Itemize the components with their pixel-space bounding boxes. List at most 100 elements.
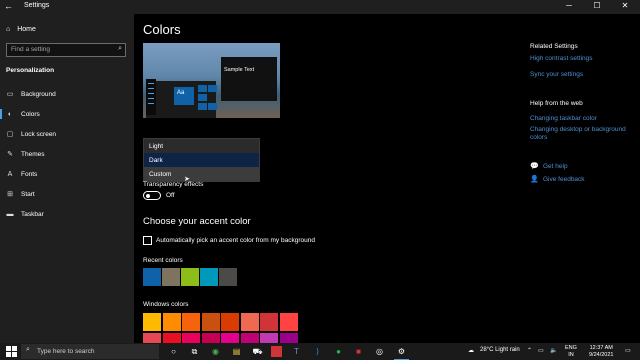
taskbar-search[interactable]: ⌕ Type here to search [21, 344, 159, 359]
sidebar-item-start[interactable]: ⊞ Start [6, 187, 35, 201]
notifications-icon[interactable]: ▭ [625, 347, 631, 354]
sidebar-item-background[interactable]: ▭ Background [6, 87, 56, 101]
vscode-icon[interactable]: ⟩ [312, 346, 323, 357]
sidebar-item-home[interactable]: ⌂ Home [6, 26, 36, 33]
transparency-label: Transparency effects [143, 181, 204, 188]
sync-settings-link[interactable]: Sync your settings [530, 71, 583, 78]
color-swatch[interactable] [221, 313, 239, 331]
color-swatch[interactable] [143, 268, 161, 286]
color-swatch[interactable] [162, 268, 180, 286]
back-button[interactable]: ← [4, 1, 13, 11]
preview-tile [208, 85, 217, 92]
app-icon[interactable]: ◎ [374, 346, 385, 357]
page-title: Colors [143, 22, 181, 37]
related-settings-heading: Related Settings [530, 43, 578, 50]
sidebar-item-label: Taskbar [21, 210, 44, 218]
clock-time: 12:37 AM [589, 345, 613, 351]
app-icon[interactable]: ■ [353, 346, 364, 357]
color-swatch[interactable] [200, 268, 218, 286]
preview-tile [198, 103, 207, 110]
font-icon: A [7, 170, 13, 178]
feedback-icon: 👤 [530, 176, 539, 183]
app-icon[interactable] [271, 346, 282, 357]
preview-sample-text: Sample Text [224, 67, 255, 73]
preview-accent-tile: Aa [174, 87, 194, 105]
lock-screen-icon: ▢ [6, 131, 14, 138]
task-view-icon[interactable]: ⧉ [189, 346, 200, 357]
transparency-toggle[interactable] [143, 191, 161, 200]
language-indicator[interactable]: ENG IN [565, 345, 577, 359]
sidebar-item-fonts[interactable]: A Fonts [6, 167, 38, 181]
sidebar-item-colors[interactable]: ◐ Colors [0, 107, 40, 121]
color-swatch[interactable] [279, 313, 298, 331]
dropdown-option-custom[interactable]: Custom [144, 167, 259, 181]
taskbar-icon: ▬ [6, 210, 14, 218]
color-swatch[interactable] [143, 313, 161, 331]
clock[interactable]: 12:37 AM 9/24/2021 [589, 345, 613, 359]
color-swatch[interactable] [240, 313, 259, 331]
sidebar-item-label: Themes [21, 150, 45, 158]
sidebar-item-label: Lock screen [21, 130, 57, 138]
toggle-state-label: Off [166, 192, 175, 199]
sidebar-item-taskbar[interactable]: ▬ Taskbar [6, 207, 44, 221]
dropdown-option-light[interactable]: Light [144, 139, 259, 153]
section-title: Personalization [6, 67, 55, 74]
search-input[interactable]: Find a setting ⌕ [6, 43, 126, 57]
preview-tile [198, 85, 207, 92]
theme-preview: Aa Sample Text [143, 43, 280, 118]
volume-icon[interactable]: 🔈 [550, 347, 557, 354]
recent-colors-label: Recent colors [143, 257, 183, 264]
teams-icon[interactable]: T [291, 346, 302, 357]
taskbar-color-link[interactable]: Changing taskbar color [530, 115, 597, 122]
spotify-icon[interactable]: ● [333, 346, 344, 357]
sidebar-item-themes[interactable]: ✎ Themes [6, 147, 44, 161]
window-title: Settings [24, 2, 50, 9]
get-help-link[interactable]: Get help [543, 163, 568, 170]
color-swatch[interactable] [219, 268, 237, 286]
region-code: IN [568, 352, 574, 358]
auto-accent-checkbox[interactable] [143, 236, 152, 245]
maximize-button[interactable]: ☐ [584, 1, 610, 13]
auto-accent-label: Automatically pick an accent color from … [156, 237, 315, 244]
help-icon: 💬 [530, 163, 539, 170]
preview-taskbar [146, 79, 156, 115]
color-swatch[interactable] [201, 313, 220, 331]
file-explorer-icon[interactable]: ▤ [231, 346, 242, 357]
start-icon: ⊞ [7, 191, 13, 198]
preview-window: Sample Text [221, 57, 277, 101]
color-swatch[interactable] [162, 313, 181, 331]
preview-tile [208, 103, 217, 110]
chrome-icon[interactable]: ◉ [210, 346, 221, 357]
background-colors-link[interactable]: Changing desktop or background [530, 126, 626, 133]
search-placeholder: Find a setting [11, 46, 51, 53]
store-icon[interactable]: ⛟ [252, 346, 263, 357]
color-swatch[interactable] [181, 268, 199, 286]
settings-gear-icon[interactable]: ⚙ [394, 346, 409, 360]
sidebar-item-label: Colors [21, 110, 40, 118]
windows-start-button[interactable] [6, 346, 17, 357]
minimize-button[interactable]: ─ [556, 1, 582, 13]
palette-icon: ◐ [7, 110, 13, 118]
home-icon: ⌂ [6, 26, 11, 33]
sidebar-item-label: Fonts [21, 170, 38, 178]
show-hidden-icons[interactable]: ⌃ [527, 347, 532, 354]
background-colors-link-cont[interactable]: colors [530, 134, 547, 141]
recent-colors [143, 268, 237, 286]
title-bar: ← Settings ─ ☐ ✕ [0, 0, 640, 14]
color-swatch[interactable] [260, 313, 278, 331]
taskbar-search-placeholder: Type here to search [37, 348, 95, 355]
clock-date: 9/24/2021 [589, 352, 614, 358]
color-mode-dropdown[interactable]: Light Dark Custom ➤ [143, 138, 260, 183]
network-icon[interactable]: ▭ [538, 347, 544, 354]
sidebar-item-lock-screen[interactable]: ▢ Lock screen [6, 127, 56, 141]
main-content: Colors Aa Sample Text Light Dark Custom … [134, 14, 640, 351]
give-feedback-link[interactable]: Give feedback [543, 176, 585, 183]
dropdown-option-dark[interactable]: Dark [144, 153, 259, 167]
high-contrast-link[interactable]: High contrast settings [530, 55, 593, 62]
weather-text[interactable]: 28°C Light rain [480, 347, 520, 353]
windows-colors-label: Windows colors [143, 301, 189, 308]
color-swatch[interactable] [182, 313, 200, 331]
cortana-icon[interactable]: ○ [168, 346, 179, 357]
weather-icon[interactable]: ☁ [468, 347, 474, 354]
close-button[interactable]: ✕ [612, 1, 638, 13]
